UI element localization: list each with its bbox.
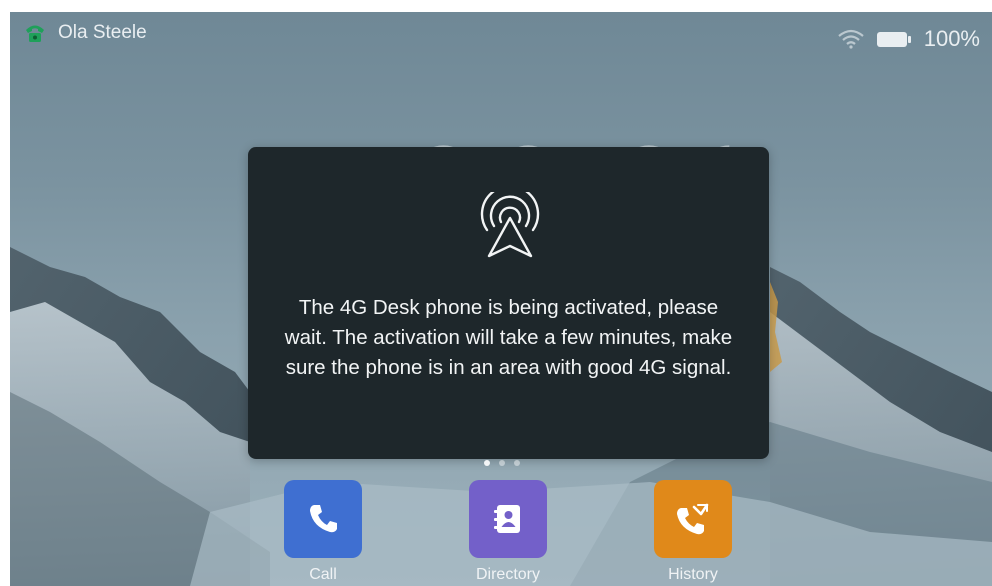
directory-app[interactable]: Directory <box>448 480 568 584</box>
phone-handset-icon <box>310 505 337 533</box>
status-bar: Ola Steele 100% <box>10 12 992 51</box>
directory-app-label: Directory <box>475 566 540 583</box>
missed-call-icon <box>677 503 709 535</box>
wifi-icon <box>838 29 864 49</box>
page-dot[interactable] <box>484 460 490 466</box>
history-app[interactable]: History <box>633 480 753 584</box>
call-app-label: Call <box>309 566 337 583</box>
call-app-tile[interactable] <box>284 480 362 558</box>
history-app-label: History <box>668 566 718 583</box>
home-screen: Ola Steele 100% ◠◠ ◠◜ T <box>10 12 992 586</box>
page-dot[interactable] <box>514 460 520 466</box>
activation-dialog: The 4G Desk phone is being activated, pl… <box>248 147 769 459</box>
page-dot[interactable] <box>499 460 505 466</box>
activation-message: The 4G Desk phone is being activated, pl… <box>284 296 733 379</box>
signal-tower-icon <box>480 192 540 258</box>
contact-book-icon <box>494 505 520 533</box>
phone-icon <box>26 25 44 42</box>
battery-icon <box>876 32 911 47</box>
account-name: Ola Steele <box>58 22 147 43</box>
battery-percentage: 100% <box>923 26 980 51</box>
directory-app-tile[interactable] <box>469 480 547 558</box>
page-indicator[interactable] <box>484 460 520 466</box>
history-app-tile[interactable] <box>654 480 732 558</box>
call-app[interactable]: Call <box>263 480 383 584</box>
